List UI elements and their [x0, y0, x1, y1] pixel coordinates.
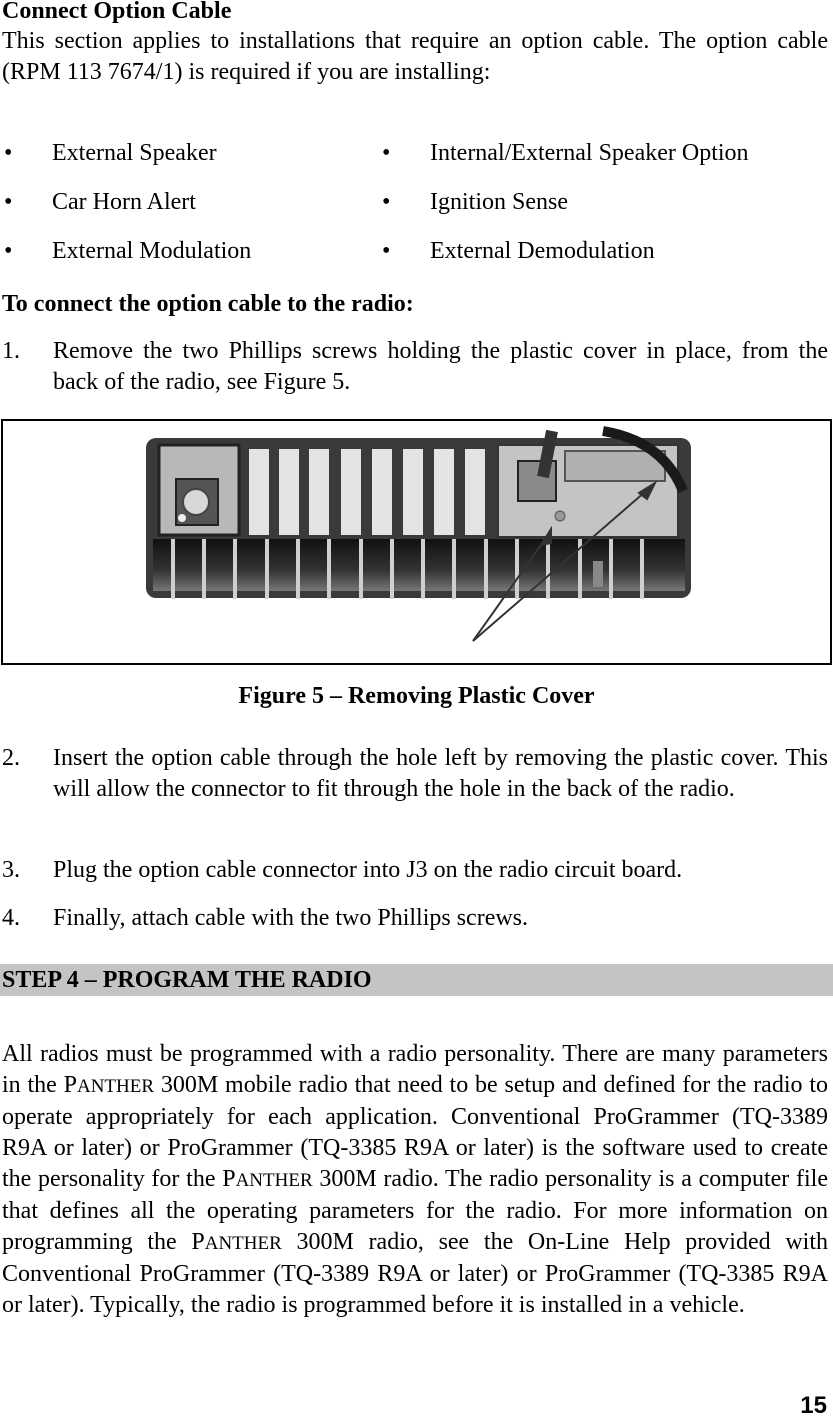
bullet-icon: • — [382, 189, 391, 215]
step-number: 2. — [2, 745, 20, 771]
page-number: 15 — [800, 1392, 827, 1419]
procedure-heading: To connect the option cable to the radio… — [2, 291, 414, 317]
step-item: 4. Finally, attach cable with the two Ph… — [2, 903, 828, 934]
brand-name: PANTHER — [222, 1166, 312, 1192]
heatsink-body — [146, 426, 691, 599]
intro-paragraph: This section applies to installations th… — [2, 28, 828, 85]
step-text: Insert the option cable through the hole… — [53, 745, 828, 802]
bullet-icon: • — [4, 189, 13, 215]
brand-smallcaps: ANTHER — [235, 1170, 313, 1191]
brand-name: PANTHER — [64, 1072, 154, 1098]
brand-name: PANTHER — [191, 1229, 281, 1255]
list-item-label: Car Horn Alert — [52, 189, 196, 215]
bullet-icon: • — [382, 238, 391, 264]
list-item-label: External Demodulation — [430, 238, 655, 264]
section-title: Connect Option Cable — [2, 0, 232, 24]
step-number: 4. — [2, 905, 20, 931]
step-4-heading: STEP 4 – PROGRAM THE RADIO — [2, 967, 372, 993]
list-item: • Internal/External Speaker Option — [382, 138, 822, 169]
step-item: 2. Insert the option cable through the h… — [2, 743, 828, 836]
list-item-label: Ignition Sense — [430, 189, 568, 215]
list-item: • External Speaker — [4, 138, 364, 169]
step-4-header-bar: STEP 4 – PROGRAM THE RADIO — [0, 964, 833, 996]
figure-caption: Figure 5 – Removing Plastic Cover — [238, 683, 595, 709]
brand-initial: P — [222, 1166, 236, 1192]
radio-heatsink-illustration — [146, 426, 691, 642]
list-item-label: External Modulation — [52, 238, 252, 264]
bullet-icon: • — [4, 140, 13, 166]
step-text: Remove the two Phillips screws holding t… — [53, 338, 828, 395]
list-item: • External Demodulation — [382, 236, 822, 267]
bullet-icon: • — [4, 238, 13, 264]
step-number: 3. — [2, 857, 20, 883]
brand-smallcaps: ANTHER — [204, 1233, 282, 1254]
step-item: 3. Plug the option cable connector into … — [2, 855, 828, 886]
brand-initial: P — [191, 1229, 205, 1255]
program-paragraph: All radios must be programmed with a rad… — [2, 1039, 828, 1321]
step-text: Plug the option cable connector into J3 … — [53, 857, 683, 883]
step-item: 1. Remove the two Phillips screws holdin… — [2, 336, 828, 398]
figure-5 — [1, 419, 832, 665]
step-text: Finally, attach cable with the two Phill… — [53, 905, 529, 931]
bullet-icon: • — [382, 140, 391, 166]
list-item-label: External Speaker — [52, 140, 217, 166]
step-number: 1. — [2, 338, 20, 364]
list-item: • Ignition Sense — [382, 187, 822, 218]
list-item-label: Internal/External Speaker Option — [430, 140, 749, 166]
list-item: • External Modulation — [4, 236, 364, 267]
brand-smallcaps: ANTHER — [76, 1076, 155, 1097]
brand-initial: P — [63, 1072, 77, 1098]
list-item: • Car Horn Alert — [4, 187, 364, 218]
